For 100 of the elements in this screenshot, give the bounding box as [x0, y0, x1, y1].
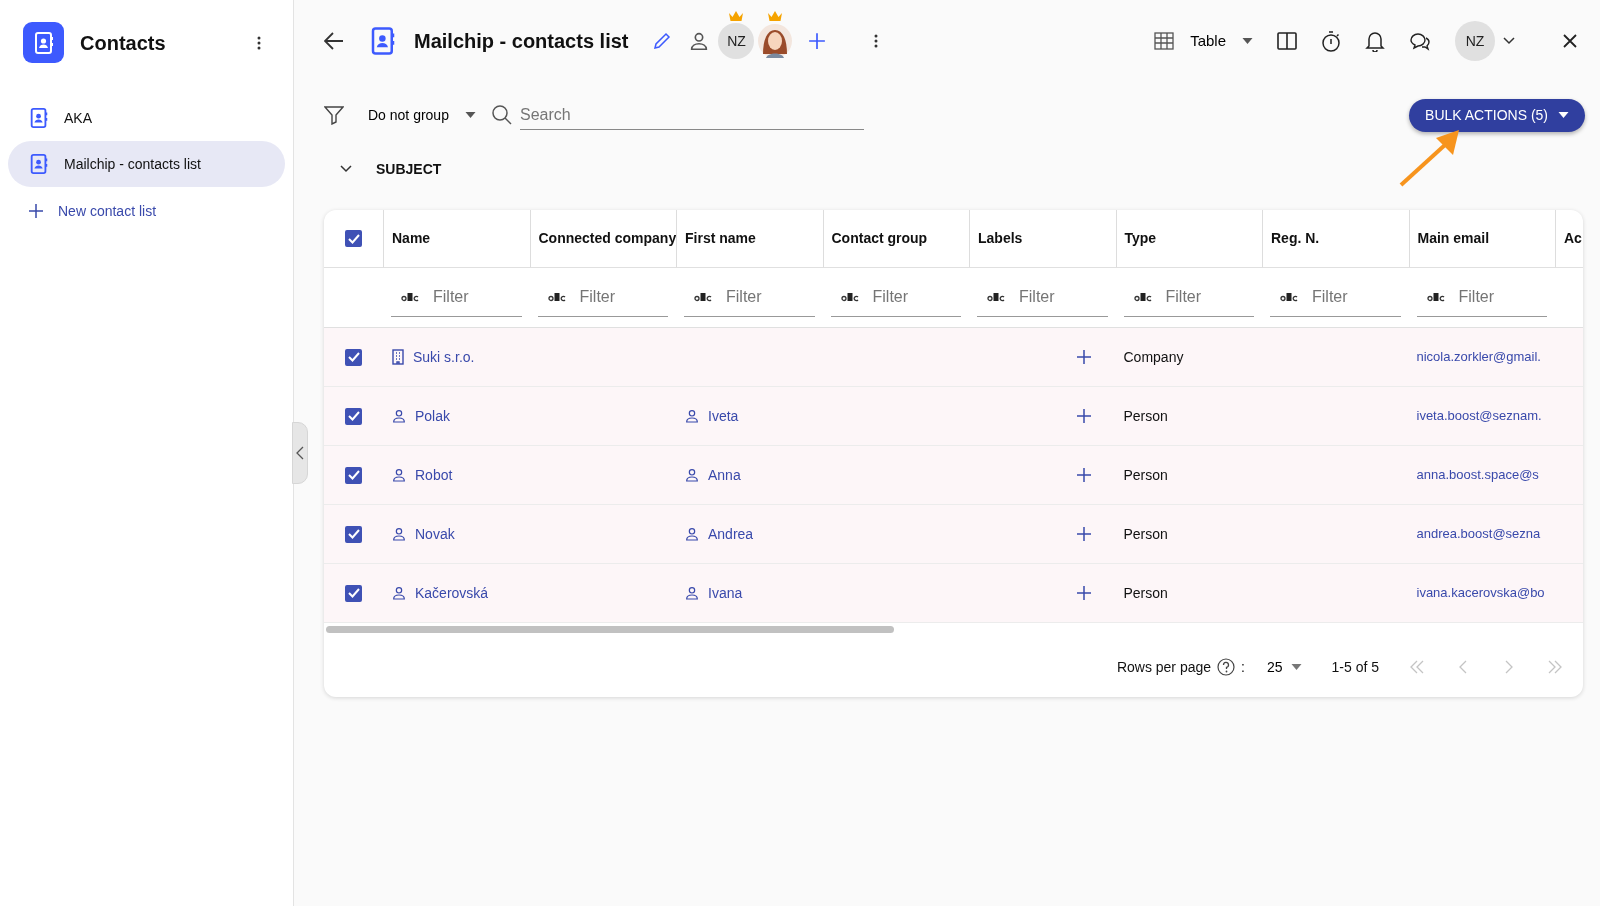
filter-field[interactable]: Filter: [724, 284, 804, 310]
column-header[interactable]: Reg. N.: [1271, 228, 1320, 249]
checkbox[interactable]: [345, 348, 362, 366]
add-label-button[interactable]: [1075, 526, 1092, 542]
contact-name-link[interactable]: Polak: [391, 405, 451, 427]
view-dropdown[interactable]: Table: [1154, 29, 1253, 53]
contact-name-link[interactable]: Suki s.r.o.: [391, 346, 475, 368]
type-text: Person: [1123, 465, 1168, 485]
add-label-button[interactable]: [1075, 585, 1092, 601]
email-link[interactable]: andrea.boost@sezna: [1416, 524, 1541, 544]
contacts-book-icon: [28, 153, 50, 175]
contact-name-link[interactable]: Novak: [391, 523, 455, 545]
account-menu-button[interactable]: [1503, 37, 1515, 45]
rows-per-page-label: Rows per page: [1116, 657, 1212, 677]
filter-field[interactable]: Filter: [870, 284, 951, 310]
type-text: Company: [1123, 347, 1184, 367]
text-type-icon: [547, 292, 566, 302]
new-list-link[interactable]: New contact list: [8, 191, 285, 231]
split-view-button[interactable]: [1277, 32, 1297, 50]
close-button[interactable]: [1563, 34, 1577, 48]
first-name-link[interactable]: Andrea: [684, 523, 754, 545]
first-name-link[interactable]: Anna: [684, 464, 741, 486]
building-icon: [391, 349, 405, 365]
group-by-dropdown[interactable]: Do not group: [368, 104, 476, 126]
annotation-arrow: [1398, 128, 1462, 188]
filter-field[interactable]: Filter: [1310, 284, 1390, 310]
checkbox[interactable]: [345, 466, 362, 484]
add-label-button[interactable]: [1075, 467, 1092, 483]
more-button[interactable]: [874, 34, 879, 48]
filter-field[interactable]: Filter: [1456, 284, 1537, 310]
first-name-link[interactable]: Ivana: [684, 582, 743, 604]
first-name-link[interactable]: Iveta: [684, 405, 739, 427]
text-type-icon: [1426, 292, 1445, 302]
filter-field[interactable]: Filter: [1163, 284, 1244, 310]
column-header[interactable]: Connected company: [538, 228, 677, 249]
plus-icon: [28, 203, 44, 219]
group-label: SUBJECT: [376, 159, 442, 179]
person-icon: [684, 526, 700, 542]
caret-icon: [1290, 664, 1302, 670]
column-header[interactable]: First name: [685, 228, 756, 249]
search-field[interactable]: Search: [519, 100, 864, 130]
type-text: Person: [1123, 406, 1168, 426]
email-link[interactable]: iveta.boost@seznam.: [1416, 406, 1542, 426]
edit-button[interactable]: [652, 31, 673, 51]
type-text: Person: [1123, 583, 1168, 603]
email-link[interactable]: nicola.zorkler@gmail.: [1416, 347, 1541, 367]
search-icon: [491, 105, 512, 125]
add-member-button[interactable]: [808, 32, 827, 50]
caret-icon: [1242, 38, 1253, 44]
app-logo: [23, 22, 64, 63]
person-icon: [684, 467, 700, 483]
filter-button[interactable]: [324, 105, 344, 125]
app-title: Contacts: [80, 30, 166, 56]
email-link[interactable]: ivana.kacerovska@bo: [1416, 583, 1545, 603]
checkbox[interactable]: [345, 584, 362, 602]
column-header[interactable]: Main email: [1417, 228, 1490, 249]
help-icon: [1217, 658, 1236, 676]
table-icon: [1154, 32, 1175, 50]
sidebar-item[interactable]: Mailchip - contacts list: [8, 141, 285, 187]
crown-icon: [729, 11, 744, 21]
page-title: Mailchip - contacts list: [414, 29, 629, 54]
separator-text: :: [1241, 657, 1245, 677]
person-icon: [684, 408, 700, 424]
add-label-button[interactable]: [1075, 408, 1092, 424]
sidebar-item[interactable]: AKA: [8, 95, 285, 141]
back-button[interactable]: [324, 32, 344, 50]
more-button[interactable]: [257, 35, 261, 50]
text-type-icon: [401, 292, 419, 302]
notifications-button[interactable]: [1365, 30, 1385, 52]
rows-per-page-dropdown[interactable]: 25: [1266, 656, 1302, 678]
type-text: Person: [1123, 524, 1168, 544]
checkbox[interactable]: [345, 230, 362, 247]
avatar[interactable]: NZ: [718, 23, 755, 59]
filter-field[interactable]: Filter: [577, 284, 658, 310]
user-avatar[interactable]: NZ: [1455, 21, 1495, 61]
filter-field[interactable]: Filter: [1017, 284, 1097, 310]
add-label-button[interactable]: [1075, 349, 1092, 365]
page-range: 1-5 of 5: [1331, 657, 1379, 677]
column-header[interactable]: Contact group: [831, 228, 928, 249]
text-type-icon: [1280, 292, 1298, 302]
email-link[interactable]: anna.boost.space@s: [1416, 465, 1539, 485]
contact-name-link[interactable]: Robot: [391, 464, 453, 486]
scrollbar-thumb[interactable]: [326, 626, 894, 633]
filter-field[interactable]: Filter: [431, 284, 511, 310]
contact-name-link[interactable]: Kačerovská: [391, 582, 489, 604]
timer-button[interactable]: [1321, 30, 1341, 52]
collapse-handle[interactable]: [292, 422, 308, 484]
column-header[interactable]: Type: [1124, 228, 1157, 249]
column-header[interactable]: Name: [392, 228, 431, 249]
person-icon: [391, 585, 407, 601]
collapse-toggle[interactable]: [340, 165, 352, 173]
checkbox[interactable]: [345, 407, 362, 425]
chat-button[interactable]: [1409, 31, 1431, 51]
column-header[interactable]: Ac: [1564, 228, 1582, 249]
column-header[interactable]: Labels: [978, 228, 1023, 249]
person-icon: [391, 526, 407, 542]
person-icon: [684, 585, 700, 601]
caret-icon: [1558, 112, 1569, 118]
checkbox[interactable]: [345, 525, 362, 543]
bulk-actions-button[interactable]: BULK ACTIONS (5): [1409, 98, 1585, 132]
